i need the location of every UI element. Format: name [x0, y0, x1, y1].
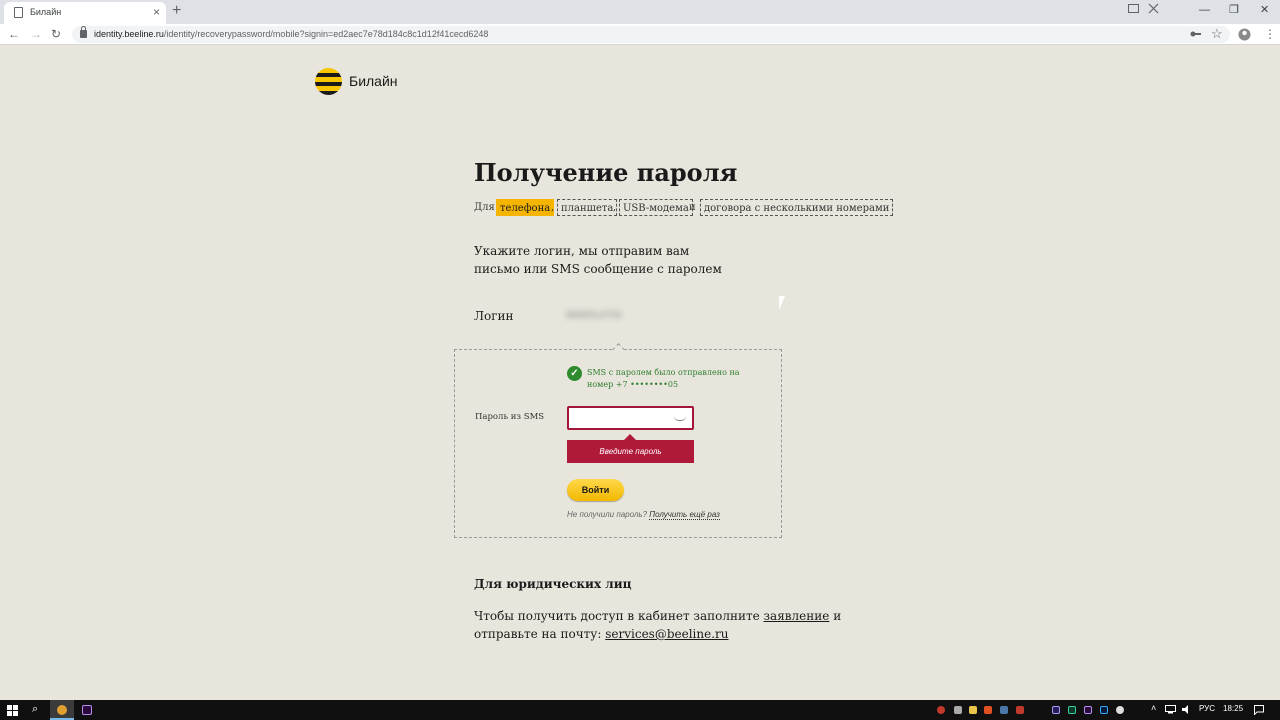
- page-title: Получение пароля: [474, 158, 738, 187]
- legal-entities-text: Чтобы получить доступ в кабинет заполнит…: [474, 607, 841, 643]
- show-password-icon[interactable]: [674, 416, 686, 421]
- page-icon: [14, 7, 23, 18]
- tab-title: Билайн: [30, 7, 62, 17]
- minimize-button[interactable]: —: [1199, 3, 1210, 17]
- separator-and: и: [689, 202, 696, 213]
- new-tab-button[interactable]: +: [172, 2, 181, 20]
- clock[interactable]: 18:25: [1223, 704, 1243, 713]
- taskbar-premiere[interactable]: [75, 700, 99, 720]
- option-usb-modem[interactable]: USB-модема: [619, 199, 693, 216]
- login-value: 9683014703: [566, 310, 622, 321]
- legal-entities-title: Для юридических лиц: [474, 577, 632, 591]
- logo-text: Билайн: [349, 73, 398, 89]
- close-window-button[interactable]: ✕: [1260, 3, 1269, 17]
- browser-menu-icon[interactable]: ⋮: [1264, 26, 1276, 42]
- taskbar-chrome[interactable]: [50, 700, 74, 720]
- url-text: identity.beeline.ru/identity/recoverypas…: [94, 29, 488, 39]
- notifications-icon[interactable]: [1254, 705, 1264, 715]
- password-error-tooltip: Введите пароль: [567, 434, 694, 463]
- windows-start-icon[interactable]: [7, 705, 18, 716]
- success-check-icon: ✓: [567, 366, 582, 381]
- sms-password-panel: ✓ SMS с паролем было отправлено на номер…: [454, 349, 782, 538]
- legal-line1-suffix: и: [833, 609, 842, 623]
- language-indicator[interactable]: РУС: [1199, 704, 1215, 713]
- extension-icon[interactable]: [1148, 3, 1159, 14]
- address-bar: ← → ↻ identity.beeline.ru/identity/recov…: [0, 24, 1280, 45]
- login-button[interactable]: Войти: [567, 479, 624, 501]
- search-icon[interactable]: ⌕: [32, 703, 38, 716]
- reload-button[interactable]: ↻: [51, 26, 61, 42]
- network-icon[interactable]: [1165, 705, 1176, 714]
- url-host: identity.beeline.ru: [94, 29, 164, 39]
- option-multi-number-contract[interactable]: договора с несколькими номерами: [700, 199, 894, 216]
- description: Укажите логин, мы отправим вам письмо ил…: [474, 242, 722, 278]
- tray-app-icon[interactable]: [1068, 706, 1076, 714]
- sms-password-input[interactable]: [567, 406, 694, 430]
- legal-line2-prefix: отправьте на почту:: [474, 627, 602, 641]
- option-tablet[interactable]: планшета: [557, 199, 618, 216]
- tray-app-icon[interactable]: [1084, 706, 1092, 714]
- tab-close-icon[interactable]: ×: [153, 5, 160, 19]
- description-line-1: Укажите логин, мы отправим вам: [474, 244, 690, 258]
- lock-icon: [80, 26, 87, 38]
- tray-app-icon[interactable]: [1100, 706, 1108, 714]
- for-prefix: Для: [474, 202, 495, 213]
- volume-icon[interactable]: [1182, 705, 1192, 714]
- description-line-2: письмо или SMS сообщение с паролем: [474, 262, 722, 276]
- premiere-icon: [82, 705, 92, 715]
- legal-line1-prefix: Чтобы получить доступ в кабинет заполнит…: [474, 609, 760, 623]
- tray-app-icon[interactable]: [984, 706, 992, 714]
- resend-hint: Не получили пароль? Получить ещё раз: [567, 510, 720, 520]
- profile-icon[interactable]: [1238, 28, 1251, 41]
- sms-sent-message: SMS с паролем было отправлено на номер +…: [587, 368, 740, 389]
- tray-app-icon[interactable]: [954, 706, 962, 714]
- cast-icon[interactable]: [1128, 4, 1139, 13]
- browser-tabbar: Билайн × + — ❐ ✕: [0, 0, 1280, 24]
- forward-button[interactable]: →: [30, 26, 42, 42]
- browser-tab[interactable]: Билайн ×: [4, 2, 166, 24]
- tray-expand-icon[interactable]: ˄: [1151, 703, 1156, 713]
- bookmark-star-icon[interactable]: ☆: [1211, 26, 1223, 42]
- tray-app-icon[interactable]: [1116, 706, 1124, 714]
- tray-app-icon[interactable]: [1052, 706, 1060, 714]
- login-label: Логин: [474, 309, 514, 323]
- tray-app-icon[interactable]: [969, 706, 977, 714]
- key-icon[interactable]: [1190, 30, 1201, 38]
- resend-prefix: Не получили пароль?: [567, 510, 648, 519]
- tray-app-icon[interactable]: [937, 706, 945, 714]
- windows-taskbar: ⌕ ˄ РУС 18:25: [0, 700, 1280, 720]
- maximize-button[interactable]: ❐: [1229, 3, 1239, 17]
- sms-password-label: Пароль из SMS: [475, 412, 545, 422]
- tray-app-icon[interactable]: [1000, 706, 1008, 714]
- application-link[interactable]: заявление: [764, 609, 830, 623]
- mouse-cursor: [779, 296, 785, 310]
- option-phone[interactable]: телефона: [496, 199, 555, 216]
- separator-comma: ,: [551, 202, 555, 213]
- back-button[interactable]: ←: [8, 26, 20, 42]
- url-field[interactable]: identity.beeline.ru/identity/recoverypas…: [72, 26, 1230, 43]
- separator-comma: ,: [613, 202, 617, 213]
- url-path: /identity/recoverypassword/mobile?signin…: [163, 29, 489, 39]
- resend-link[interactable]: Получить ещё раз: [649, 510, 720, 520]
- chrome-icon: [57, 705, 67, 715]
- beeline-logo-icon: [315, 68, 342, 95]
- tray-app-icon[interactable]: [1016, 706, 1024, 714]
- beeline-logo[interactable]: Билайн: [315, 67, 405, 97]
- email-link[interactable]: services@beeline.ru: [605, 627, 728, 641]
